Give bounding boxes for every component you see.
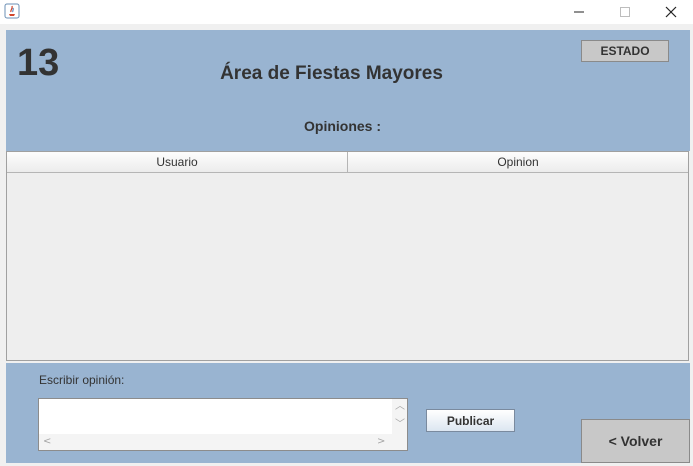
close-button[interactable]: [648, 0, 693, 24]
close-icon: [665, 6, 677, 18]
opinion-textarea-container: ︿ ﹀ < >: [38, 398, 408, 451]
horizontal-scrollbar[interactable]: < >: [39, 434, 392, 450]
table-header: Usuario Opinion: [7, 152, 688, 173]
scroll-down-icon[interactable]: ﹀: [395, 420, 405, 430]
window-titlebar: [0, 0, 693, 24]
minimize-icon: [574, 11, 584, 13]
column-header-opinion[interactable]: Opinion: [348, 152, 688, 172]
publish-button[interactable]: Publicar: [426, 409, 515, 432]
vertical-scrollbar[interactable]: ︿ ﹀: [392, 399, 407, 434]
back-button[interactable]: < Volver: [581, 419, 690, 463]
scroll-left-icon[interactable]: <: [43, 437, 51, 447]
scroll-up-icon[interactable]: ︿: [395, 402, 405, 412]
opinions-heading: Opiniones :: [304, 118, 381, 134]
scrollbar-corner: [392, 434, 407, 450]
minimize-button[interactable]: [556, 0, 602, 24]
write-opinion-label: Escribir opinión:: [39, 373, 125, 387]
maximize-icon: [620, 7, 630, 17]
column-header-usuario[interactable]: Usuario: [7, 152, 348, 172]
maximize-button[interactable]: [602, 0, 648, 24]
java-app-icon: [4, 3, 20, 19]
scroll-right-icon[interactable]: >: [377, 437, 385, 447]
page-title: Área de Fiestas Mayores: [220, 63, 443, 84]
place-number: 13: [17, 42, 60, 84]
opinion-textarea[interactable]: [39, 399, 392, 434]
opinions-table[interactable]: Usuario Opinion: [6, 151, 689, 361]
estado-button[interactable]: ESTADO: [581, 40, 669, 62]
